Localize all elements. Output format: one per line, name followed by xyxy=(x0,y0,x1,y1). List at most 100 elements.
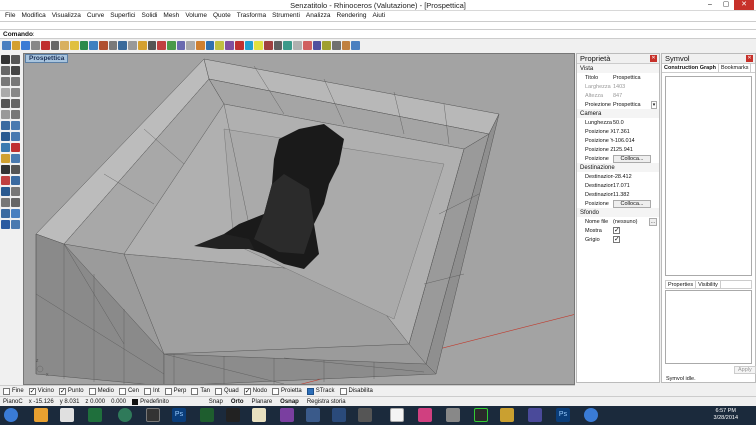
taskbar-tool2-icon[interactable] xyxy=(306,408,320,422)
toolbar-tool-icon[interactable] xyxy=(99,41,108,50)
toolbar-tool-icon[interactable] xyxy=(89,41,99,50)
osnap-checkbox[interactable] xyxy=(306,387,314,395)
left-tool-icon[interactable] xyxy=(1,66,10,75)
menu-item-visualizza[interactable]: Visualizza xyxy=(49,11,84,21)
property-value[interactable]: 17.361 xyxy=(613,129,659,135)
taskbar-tool-icon[interactable] xyxy=(280,408,294,422)
left-tool-icon[interactable] xyxy=(1,220,10,229)
menu-item-solidi[interactable]: Solidi xyxy=(139,11,161,21)
property-value[interactable]: Prospettica xyxy=(613,75,659,81)
toolbar-tool-icon[interactable] xyxy=(2,41,11,50)
left-tool-icon[interactable] xyxy=(11,176,20,185)
toolbar-tool-icon[interactable] xyxy=(254,41,263,50)
colloca-button[interactable]: Colloca... xyxy=(613,154,651,163)
toggle-orto[interactable]: Orto xyxy=(231,399,244,405)
symvol-properties-area[interactable] xyxy=(665,290,752,364)
tab-construction-graph[interactable]: Construction Graph xyxy=(662,64,719,72)
left-tool-icon[interactable] xyxy=(11,154,20,163)
taskbar-app4-icon[interactable] xyxy=(446,408,460,422)
osnap-checkbox[interactable] xyxy=(3,387,10,395)
tab-visibility[interactable]: Visibility xyxy=(696,281,721,288)
toolbar-tool-icon[interactable] xyxy=(302,41,312,50)
left-tool-icon[interactable] xyxy=(11,77,20,86)
left-tool-icon[interactable] xyxy=(11,209,20,218)
toolbar-tool-icon[interactable] xyxy=(147,41,157,50)
osnap-strack[interactable]: STrack xyxy=(306,387,335,395)
toolbar-tool-icon[interactable] xyxy=(40,41,50,50)
left-tool-icon[interactable] xyxy=(1,187,10,196)
perspective-viewport[interactable]: Prospettica z x xyxy=(23,53,575,385)
toolbar-tool-icon[interactable] xyxy=(205,41,215,50)
property-value[interactable]: 125.941 xyxy=(613,147,659,153)
toolbar-tool-icon[interactable] xyxy=(128,41,137,50)
taskbar-photoshop-icon[interactable]: Ps xyxy=(172,408,186,422)
left-tool-icon[interactable] xyxy=(1,77,10,86)
toolbar-tool-icon[interactable] xyxy=(331,41,341,50)
taskbar-media-icon[interactable] xyxy=(146,408,160,422)
left-tool-icon[interactable] xyxy=(1,121,10,130)
toolbar-tool-icon[interactable] xyxy=(273,41,283,50)
left-tool-icon[interactable] xyxy=(1,88,10,97)
menu-item-file[interactable]: File xyxy=(2,11,18,21)
left-tool-icon[interactable] xyxy=(1,154,10,163)
toolbar-tool-icon[interactable] xyxy=(196,41,205,50)
toolbar-tool-icon[interactable] xyxy=(215,41,225,50)
taskbar-rhino-active-icon[interactable] xyxy=(390,408,404,422)
osnap-int[interactable]: Int xyxy=(143,387,160,395)
start-button-icon[interactable] xyxy=(4,408,18,422)
toolbar-tool-icon[interactable] xyxy=(312,41,322,50)
osnap-vicino[interactable]: Vicino xyxy=(28,387,54,395)
toolbar-tool-icon[interactable] xyxy=(118,41,128,50)
toolbar-tool-icon[interactable] xyxy=(322,41,331,50)
tab-bookmarks[interactable]: Bookmarks xyxy=(719,64,752,72)
toolbar-tool-icon[interactable] xyxy=(351,41,361,50)
construction-graph-area[interactable] xyxy=(665,76,752,276)
left-tool-icon[interactable] xyxy=(1,110,10,119)
left-tool-icon[interactable] xyxy=(11,88,20,97)
toolbar-tool-icon[interactable] xyxy=(108,41,118,50)
toolbar-tool-icon[interactable] xyxy=(31,41,40,50)
left-tool-icon[interactable] xyxy=(11,165,20,174)
symvol-close-icon[interactable]: ✕ xyxy=(746,55,753,62)
left-tool-icon[interactable] xyxy=(1,132,10,141)
menu-item-aiuti[interactable]: Aiuti xyxy=(370,11,389,21)
left-tool-icon[interactable] xyxy=(1,99,10,108)
property-value[interactable]: (nessuno) xyxy=(613,219,649,225)
toggle-planare[interactable]: Planare xyxy=(251,399,272,405)
left-tool-icon[interactable] xyxy=(11,110,20,119)
chevron-down-icon[interactable]: ▾ xyxy=(651,100,657,109)
osnap-nodo[interactable]: Nodo xyxy=(243,387,267,395)
toggle-snap[interactable]: Snap xyxy=(209,399,223,405)
taskbar-app6-icon[interactable] xyxy=(528,408,542,422)
menu-item-modifica[interactable]: Modifica xyxy=(18,11,48,21)
left-tool-icon[interactable] xyxy=(11,143,20,152)
osnap-punto[interactable]: Punto xyxy=(58,387,84,395)
taskbar-terminal-icon[interactable] xyxy=(474,408,488,422)
osnap-checkbox[interactable] xyxy=(143,387,151,395)
osnap-checkbox[interactable] xyxy=(118,387,126,395)
viewport-scene[interactable] xyxy=(24,54,575,385)
menu-item-mesh[interactable]: Mesh xyxy=(160,11,182,21)
properties-close-icon[interactable]: ✕ xyxy=(650,55,657,62)
taskbar-clock[interactable]: 6:57 PM 3/28/2014 xyxy=(714,408,738,422)
osnap-proietta[interactable]: Proietta xyxy=(272,387,302,395)
menu-item-superfici[interactable]: Superfici xyxy=(107,11,138,21)
osnap-checkbox[interactable] xyxy=(191,387,199,395)
toolbar-tool-icon[interactable] xyxy=(234,41,244,50)
taskbar-excel-icon[interactable] xyxy=(200,408,214,422)
menu-item-trasforma[interactable]: Trasforma xyxy=(234,11,269,21)
osnap-tan[interactable]: Tan xyxy=(191,387,210,395)
osnap-checkbox[interactable] xyxy=(272,387,280,395)
property-value[interactable]: -28.412 xyxy=(613,174,659,180)
taskbar-explorer-icon[interactable] xyxy=(34,408,48,422)
apply-button[interactable]: Apply xyxy=(734,366,756,374)
toolbar-tool-icon[interactable] xyxy=(21,41,31,50)
menu-item-rendering[interactable]: Rendering xyxy=(334,11,370,21)
property-value[interactable]: 17.071 xyxy=(613,183,659,189)
osnap-checkbox[interactable] xyxy=(88,387,96,395)
toggle-registra-storia[interactable]: Registra storia xyxy=(307,399,346,405)
osnap-quad[interactable]: Quad xyxy=(215,387,239,395)
toolbar-tool-icon[interactable] xyxy=(50,41,60,50)
osnap-checkbox[interactable] xyxy=(58,387,66,395)
tab-properties[interactable]: Properties xyxy=(666,281,697,288)
